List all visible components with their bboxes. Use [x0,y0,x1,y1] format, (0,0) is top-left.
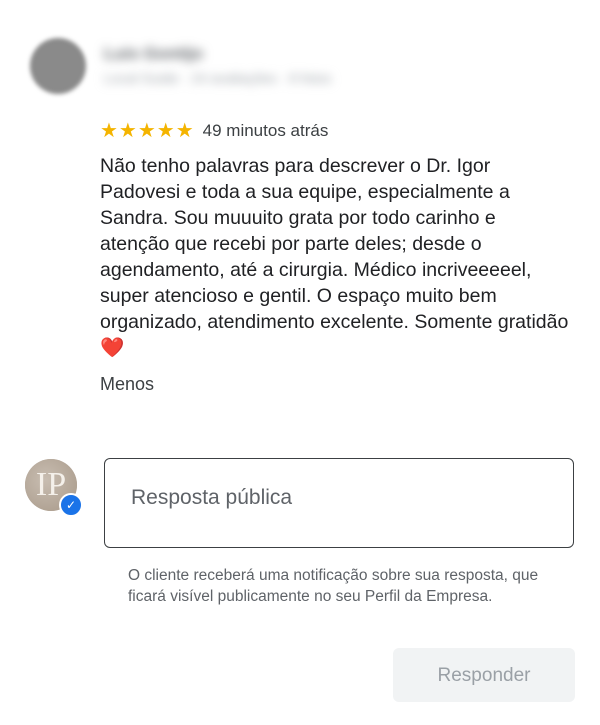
review-text: Não tenho palavras para descrever o Dr. … [100,153,570,361]
review-body: Não tenho palavras para descrever o Dr. … [100,155,569,333]
review-time: 49 minutos atrás [202,121,329,140]
less-link[interactable]: Menos [100,374,154,395]
verified-badge-icon: ✓ [59,493,83,517]
rating-row: ★★★★★ 49 minutos atrás [100,118,328,144]
star-rating-icon: ★★★★★ [100,120,195,142]
reviewer-meta: Local Guide · 24 avaliações · 8 fotos [104,70,332,86]
heart-icon: ❤️ [100,337,125,359]
owner-avatar: IP ✓ [25,459,83,517]
reviewer-name[interactable]: Luis Gontijo [104,44,203,64]
reply-button[interactable]: Responder [393,648,575,702]
reply-notice: O cliente receberá uma notificação sobre… [128,567,539,605]
reply-box[interactable] [104,458,574,548]
reviewer-avatar[interactable] [30,38,86,94]
reply-input[interactable] [129,485,553,511]
